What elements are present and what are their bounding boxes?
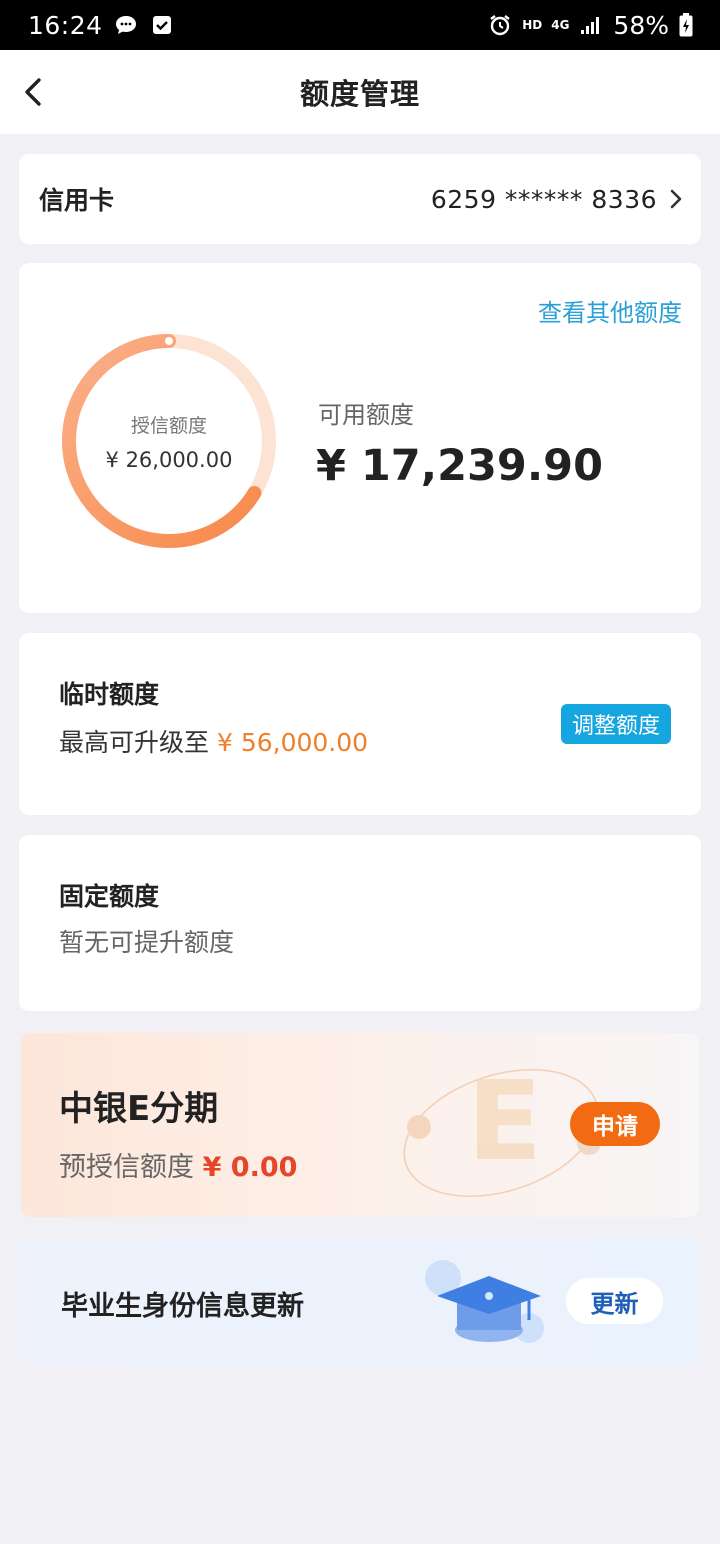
e-installment-subtitle: 预授信额度 ¥ 0.00 (59, 1145, 297, 1184)
fixed-limit-card: 固定额度 暂无可提升额度 (19, 835, 701, 1011)
back-button[interactable] (18, 74, 48, 110)
temporary-limit-amount: ¥ 56,000.00 (216, 728, 369, 757)
limit-overview-card: 查看其他额度 授信额度 ¥ 26,000.00 可用额度 ¥ 17,239.90 (19, 263, 701, 613)
alarm-icon (487, 13, 513, 37)
credit-card-selector[interactable]: 信用卡 6259 ****** 8336 (19, 154, 701, 244)
pre-credit-label: 预授信额度 (59, 1152, 194, 1183)
checkbox-notification-icon (149, 13, 175, 37)
hd-label: HD (522, 18, 543, 32)
credit-ring-chart: 授信额度 ¥ 26,000.00 (57, 329, 281, 553)
network-label: 4G (551, 18, 570, 32)
battery-percent: 58% (613, 10, 669, 40)
graduate-update-card[interactable]: 毕业生身份信息更新 更新 (19, 1238, 701, 1364)
temporary-limit-card: 临时额度 最高可升级至 ¥ 56,000.00 调整额度 (19, 633, 701, 815)
update-button[interactable]: 更新 (566, 1278, 663, 1324)
apply-button[interactable]: 申请 (570, 1102, 660, 1146)
credit-limit-value: ¥ 26,000.00 (105, 447, 233, 472)
chat-bubble-icon (113, 13, 139, 37)
page-title: 额度管理 (299, 77, 420, 111)
fixed-limit-title: 固定额度 (59, 882, 160, 911)
temporary-limit-subtitle: 最高可升级至 ¥ 56,000.00 (59, 723, 368, 759)
chevron-right-icon (670, 189, 682, 209)
view-other-limits-link[interactable]: 查看其他额度 (538, 293, 682, 328)
available-limit-label: 可用额度 (318, 401, 414, 429)
available-limit-value: ¥ 17,239.90 (316, 441, 603, 491)
status-left: 16:24 (28, 11, 175, 40)
ring-center: 授信额度 ¥ 26,000.00 (57, 329, 281, 553)
graduation-cap-icon (425, 1260, 544, 1343)
chevron-left-icon (25, 78, 41, 106)
temporary-limit-title: 临时额度 (59, 680, 160, 709)
graduate-update-title: 毕业生身份信息更新 (61, 1291, 304, 1322)
credit-limit-label: 授信额度 (130, 414, 207, 437)
battery-icon (678, 13, 694, 37)
card-number-row: 6259 ****** 8336 (431, 185, 683, 214)
card-type-label: 信用卡 (39, 186, 115, 215)
card-number: 6259 ****** 8336 (430, 184, 657, 214)
status-right: HD 4G 58% (487, 11, 694, 40)
temporary-limit-prefix: 最高可升级至 (59, 728, 210, 757)
fixed-limit-subtitle: 暂无可提升额度 (59, 928, 235, 957)
adjust-limit-button[interactable]: 调整额度 (560, 704, 671, 744)
pre-credit-amount: ¥ 0.00 (202, 1152, 298, 1183)
status-bar: 16:24 HD 4G 58% (0, 0, 720, 50)
navigation-bar: 额度管理 (0, 50, 720, 134)
signal-icon (578, 13, 604, 37)
status-time: 16:24 (28, 10, 103, 40)
e-installment-title: 中银E分期 (59, 1089, 219, 1129)
e-installment-card[interactable]: E 中银E分期 预授信额度 ¥ 0.00 申请 (21, 1033, 699, 1217)
svg-text:E: E (467, 1057, 542, 1185)
